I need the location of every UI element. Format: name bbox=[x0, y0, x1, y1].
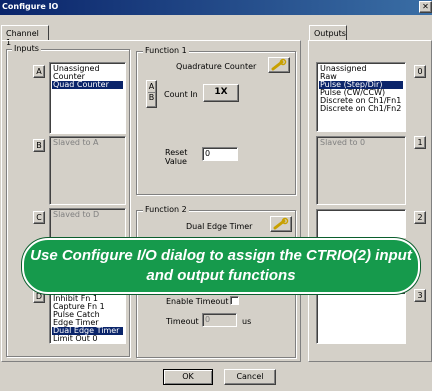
output-0-list[interactable]: Unassigned Raw Pulse (Step/Dir) Pulse (C… bbox=[316, 62, 406, 132]
ok-button-label: OK bbox=[182, 372, 194, 381]
output-0-button-label: 0 bbox=[417, 67, 423, 76]
wrench-icon bbox=[271, 58, 287, 71]
function-1-config-button[interactable] bbox=[268, 57, 290, 73]
input-a-list[interactable]: Unassigned Counter Quad Counter bbox=[49, 62, 126, 134]
output-2-list[interactable] bbox=[316, 209, 406, 238]
input-b-button-label: B bbox=[36, 141, 42, 150]
enable-timeout-checkbox[interactable] bbox=[230, 296, 239, 305]
input-d-button-label: D bbox=[35, 292, 43, 301]
reset-label-line-2: Value bbox=[165, 157, 187, 166]
ok-button[interactable]: OK bbox=[163, 369, 213, 385]
output-2-button-label: 2 bbox=[417, 213, 423, 222]
reset-value-label: Reset Value bbox=[165, 148, 187, 166]
title-bar: Configure IO bbox=[0, 0, 432, 15]
cancel-button-label: Cancel bbox=[236, 372, 264, 381]
output-1-list[interactable]: Slaved to 0 bbox=[316, 136, 406, 205]
ab-button-bottom: B bbox=[148, 93, 155, 102]
banner-line-2: and output functions bbox=[146, 267, 296, 284]
window-title: Configure IO bbox=[2, 2, 59, 11]
annotation-banner: Use Configure I/O dialog to assign the C… bbox=[22, 238, 420, 294]
ab-button[interactable]: A B bbox=[146, 80, 157, 108]
input-b-button[interactable]: B bbox=[33, 139, 45, 152]
input-c-list[interactable]: Slaved to D bbox=[49, 208, 126, 238]
close-button[interactable]: ✕ bbox=[419, 1, 432, 13]
function-2-name: Dual Edge Timer bbox=[186, 222, 253, 231]
ab-button-top: A bbox=[148, 82, 155, 91]
output-3-button[interactable]: 3 bbox=[414, 289, 426, 302]
cancel-button[interactable]: Cancel bbox=[224, 369, 276, 385]
function-2-label: Function 2 bbox=[143, 205, 189, 214]
function-2-config-button[interactable] bbox=[270, 216, 292, 232]
function-1-label: Function 1 bbox=[143, 46, 189, 55]
timeout-label: Timeout bbox=[166, 317, 199, 326]
output-0-button[interactable]: 0 bbox=[414, 65, 426, 78]
input-a-button[interactable]: A bbox=[33, 65, 45, 78]
count-in-button[interactable]: 1X bbox=[203, 84, 239, 102]
tab-outputs[interactable]: Outputs bbox=[309, 25, 347, 41]
list-item: Slaved to 0 bbox=[320, 138, 366, 147]
inputs-group-label: Inputs bbox=[12, 44, 41, 53]
input-c-button-label: C bbox=[36, 213, 42, 222]
function-1-name: Quadrature Counter bbox=[176, 62, 257, 71]
input-c-button[interactable]: C bbox=[33, 211, 45, 224]
output-3-button-label: 3 bbox=[417, 291, 423, 300]
list-item[interactable]: Discrete on Ch1/Fn2 bbox=[319, 105, 403, 113]
close-icon: ✕ bbox=[422, 2, 429, 11]
list-item: Slaved to D bbox=[53, 210, 100, 219]
wrench-icon bbox=[273, 217, 289, 230]
input-a-button-label: A bbox=[36, 67, 42, 76]
banner-line-1: Use Configure I/O dialog to assign the C… bbox=[30, 247, 412, 264]
reset-label-line-1: Reset bbox=[165, 148, 188, 157]
count-in-button-label: 1X bbox=[214, 87, 228, 97]
output-3-list[interactable] bbox=[316, 292, 406, 344]
tab-channel-1[interactable]: Channel 1 bbox=[1, 25, 49, 47]
list-item: Slaved to A bbox=[53, 138, 99, 147]
input-d-list[interactable]: Inhibit Fn 1 Capture Fn 1 Pulse Catch Ed… bbox=[49, 292, 126, 344]
output-1-button-label: 1 bbox=[417, 138, 423, 147]
input-b-list[interactable]: Slaved to A bbox=[49, 136, 126, 205]
list-item[interactable]: Limit Out 0 bbox=[52, 335, 123, 343]
count-in-label: Count In bbox=[164, 90, 198, 99]
timeout-unit-label: us bbox=[242, 317, 252, 326]
reset-value-text: 0 bbox=[205, 149, 211, 158]
output-2-button[interactable]: 2 bbox=[414, 211, 426, 224]
tab-outputs-label: Outputs bbox=[314, 29, 346, 38]
list-item-selected[interactable]: Quad Counter bbox=[52, 81, 123, 89]
output-1-button[interactable]: 1 bbox=[414, 136, 426, 149]
timeout-input[interactable]: 0 bbox=[202, 313, 237, 327]
enable-timeout-label: Enable Timeout bbox=[166, 297, 229, 306]
timeout-value-text: 0 bbox=[205, 315, 211, 324]
reset-value-input[interactable]: 0 bbox=[202, 147, 238, 161]
